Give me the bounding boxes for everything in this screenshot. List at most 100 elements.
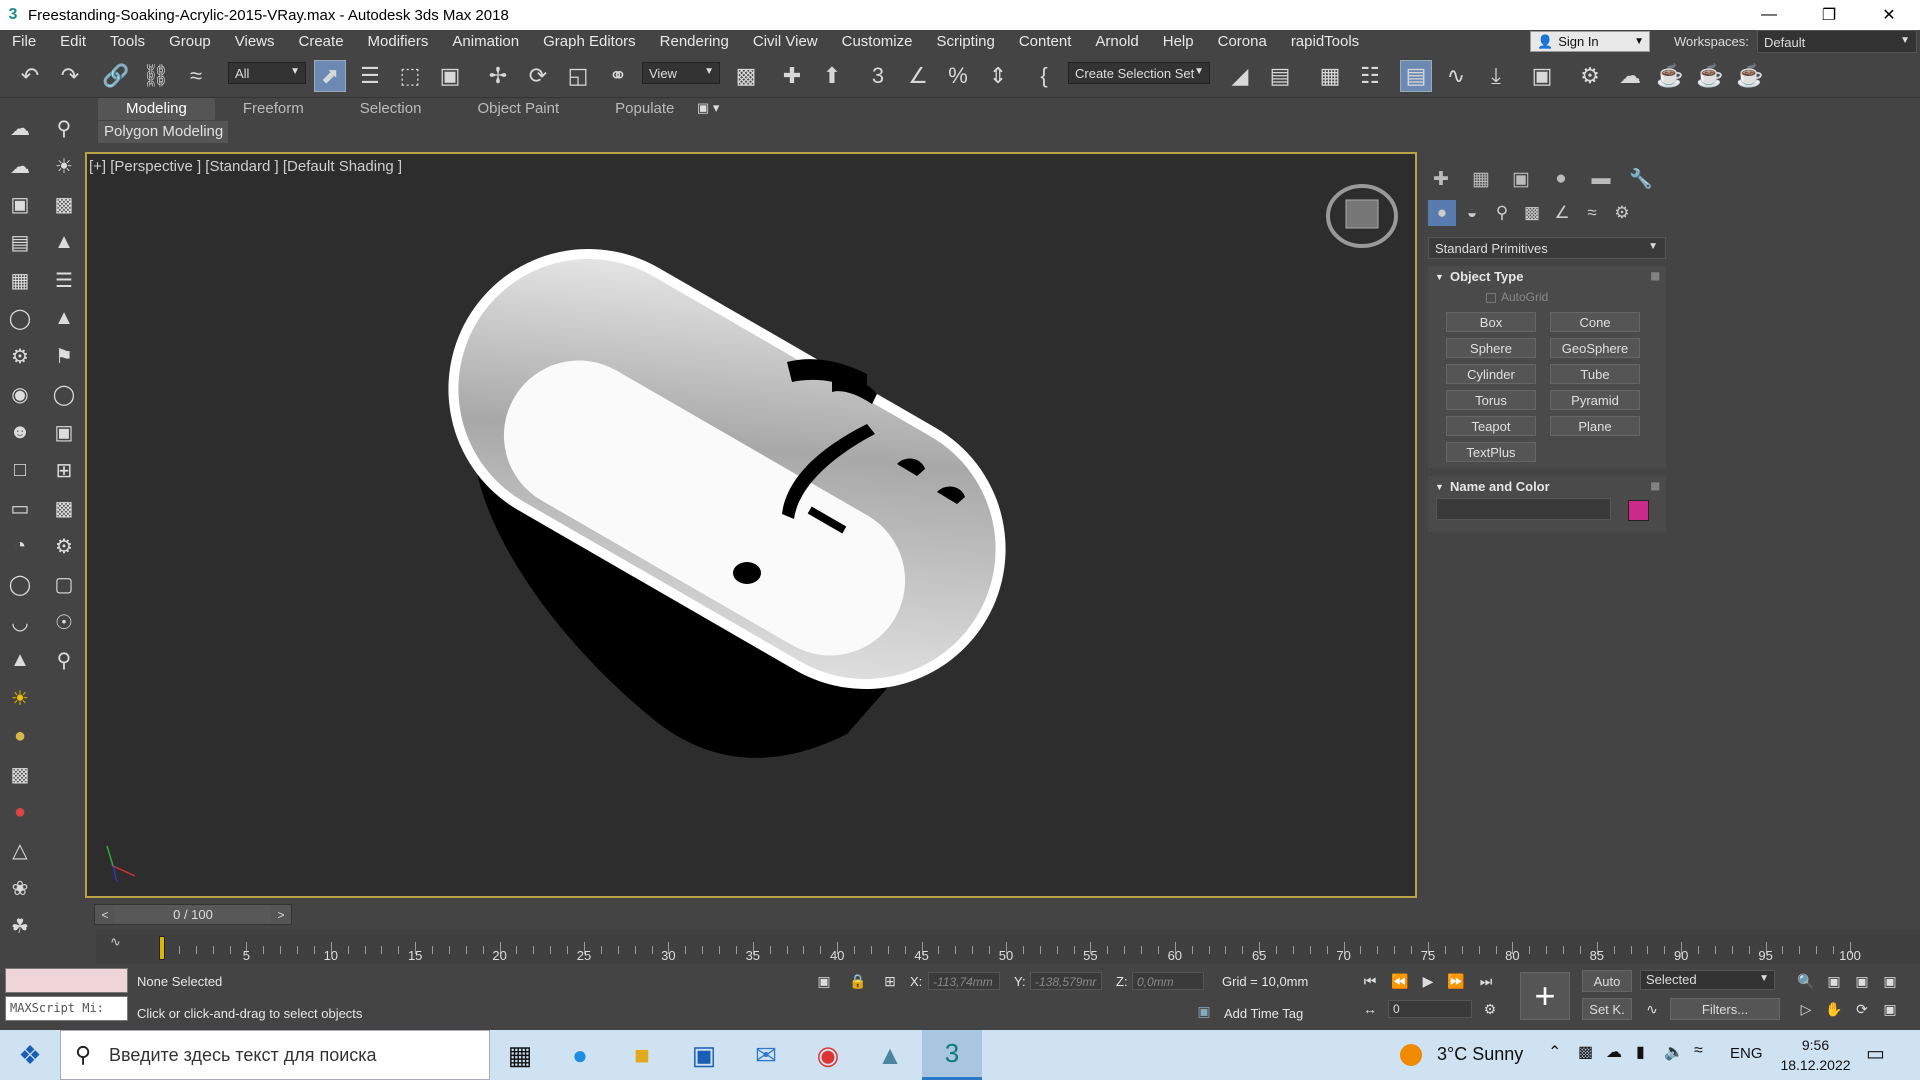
- go-to-end-icon[interactable]: ⏭: [1474, 970, 1498, 992]
- geosphere-button[interactable]: GeoSphere: [1550, 338, 1640, 358]
- scene-explorer-icon[interactable]: ▦: [1314, 60, 1346, 92]
- rectangular-selection-icon[interactable]: ⬚: [394, 60, 426, 92]
- isolate-selection-icon[interactable]: ▣: [812, 970, 836, 992]
- hierarchy-tab-icon[interactable]: ▣: [1506, 164, 1536, 194]
- sign-in-dropdown[interactable]: 👤 Sign In ▼: [1530, 31, 1650, 52]
- move-icon[interactable]: ✢: [482, 60, 514, 92]
- ribbon-options-icon[interactable]: ▣ ▾: [697, 100, 719, 116]
- menu-scripting[interactable]: Scripting: [924, 30, 1006, 54]
- place-icon[interactable]: ⚭: [602, 60, 634, 92]
- menu-file[interactable]: File: [0, 30, 48, 54]
- go-to-start-icon[interactable]: ⏮: [1358, 970, 1382, 992]
- gold-sphere-icon[interactable]: ●: [4, 720, 36, 752]
- systems-icon[interactable]: ⚙: [1608, 200, 1636, 226]
- menu-corona[interactable]: Corona: [1206, 30, 1279, 54]
- time-slider[interactable]: < 0 / 100 >: [94, 904, 292, 925]
- schematic-view-icon[interactable]: ⤓: [1480, 60, 1512, 92]
- document-icon[interactable]: ▤: [4, 226, 36, 258]
- plant-icon[interactable]: ☘: [4, 910, 36, 942]
- render-production-icon[interactable]: ☕: [1654, 60, 1686, 92]
- space-warps-icon[interactable]: ≈: [1578, 200, 1606, 226]
- current-frame-spinner[interactable]: 0: [1388, 1000, 1472, 1018]
- zoom-all-icon[interactable]: ▣: [1822, 970, 1846, 992]
- modify-tab-icon[interactable]: ▦: [1466, 164, 1496, 194]
- link-icon[interactable]: 🔗: [100, 60, 132, 92]
- grid-icon[interactable]: ▦: [4, 264, 36, 296]
- bind-space-warp-icon[interactable]: ≈: [180, 60, 212, 92]
- spinner-snap-icon[interactable]: ⇕: [982, 60, 1014, 92]
- field-of-view-icon[interactable]: ▷: [1794, 998, 1818, 1020]
- paint-icon[interactable]: ●: [4, 796, 36, 828]
- pivot-center-icon[interactable]: ▩: [730, 60, 762, 92]
- maxscript-mini-listener[interactable]: MAXScript Mi:: [5, 996, 128, 1021]
- previous-frame-icon[interactable]: ⏪: [1388, 970, 1412, 992]
- scale-icon[interactable]: ◱: [562, 60, 594, 92]
- lamp-icon[interactable]: ◯: [4, 302, 36, 334]
- curve-editor-icon[interactable]: ∿: [1440, 60, 1472, 92]
- menu-group[interactable]: Group: [157, 30, 223, 54]
- menu-civil-view[interactable]: Civil View: [741, 30, 830, 54]
- create-selection-set-select[interactable]: Create Selection Set ▼: [1068, 62, 1210, 84]
- panel-icon[interactable]: ▭: [4, 492, 36, 524]
- sunlight-icon[interactable]: ☀: [4, 682, 36, 714]
- render-activeshade-icon[interactable]: ☕: [1734, 60, 1766, 92]
- gears-icon[interactable]: ⚙: [48, 530, 80, 562]
- material-editor-icon[interactable]: ▣: [1526, 60, 1558, 92]
- menu-arnold[interactable]: Arnold: [1083, 30, 1150, 54]
- sun-icon[interactable]: ☀: [48, 150, 80, 182]
- spotlight-icon[interactable]: ▲: [48, 302, 80, 334]
- language-indicator[interactable]: ENG: [1730, 1045, 1763, 1062]
- square-icon[interactable]: ▢: [48, 568, 80, 600]
- align-icon[interactable]: ▤: [1264, 60, 1296, 92]
- z-coordinate-field[interactable]: 0,0mm: [1132, 972, 1204, 990]
- undo-icon[interactable]: ↶: [14, 60, 46, 92]
- set-key-button[interactable]: Set K.: [1582, 998, 1632, 1020]
- flower-icon[interactable]: ❀: [4, 872, 36, 904]
- taskbar-search-box[interactable]: ⚲ Введите здесь текст для поиска: [60, 1030, 490, 1080]
- sphere-icon[interactable]: ◉: [4, 378, 36, 410]
- device-icon[interactable]: ▩: [1578, 1042, 1593, 1062]
- windows-start-icon[interactable]: ❖: [0, 1030, 60, 1080]
- tab-freeform[interactable]: Freeform: [215, 98, 332, 120]
- frame-icon[interactable]: □: [4, 454, 36, 486]
- bulb-icon[interactable]: ⚲: [48, 644, 80, 676]
- shapes-icon[interactable]: ◒: [1458, 200, 1486, 226]
- 3dsmax-taskbar-icon[interactable]: 3: [922, 1030, 982, 1080]
- time-configuration-icon[interactable]: ⚙: [1478, 998, 1502, 1020]
- chrome-icon[interactable]: ◉: [798, 1030, 858, 1080]
- box-icon[interactable]: ▣: [48, 416, 80, 448]
- menu-content[interactable]: Content: [1007, 30, 1084, 54]
- object-type-header[interactable]: ▼ Object Type ▦: [1428, 266, 1666, 288]
- primitive-category-select[interactable]: Standard Primitives ▼: [1428, 237, 1666, 259]
- add-time-tag[interactable]: Add Time Tag: [1224, 1006, 1303, 1021]
- menu-rendering[interactable]: Rendering: [648, 30, 741, 54]
- dome-icon[interactable]: ◔: [4, 530, 36, 562]
- menu-help[interactable]: Help: [1151, 30, 1206, 54]
- name-and-color-header[interactable]: ▼ Name and Color ▦: [1428, 476, 1666, 498]
- time-slider-next-icon[interactable]: >: [271, 905, 291, 924]
- battery-icon[interactable]: ▮: [1636, 1042, 1645, 1062]
- cone-button[interactable]: Cone: [1550, 312, 1640, 332]
- proxy-icon[interactable]: ⚙: [4, 340, 36, 372]
- camera-icon[interactable]: ▩: [48, 188, 80, 220]
- menu-graph-editors[interactable]: Graph Editors: [531, 30, 648, 54]
- pan-view-icon[interactable]: ✋: [1822, 998, 1846, 1020]
- bathtub-model[interactable]: [87, 154, 1417, 898]
- unlink-icon[interactable]: ⛓: [140, 60, 172, 92]
- minimize-button[interactable]: —: [1746, 0, 1792, 30]
- plus-box-icon[interactable]: ⊞: [48, 454, 80, 486]
- globe-icon[interactable]: ◯: [4, 568, 36, 600]
- key-filters-button[interactable]: Filters...: [1670, 998, 1780, 1020]
- absolute-mode-icon[interactable]: ⊞: [878, 970, 902, 992]
- menu-modifiers[interactable]: Modifiers: [356, 30, 441, 54]
- menu-customize[interactable]: Customize: [830, 30, 925, 54]
- set-key-icon[interactable]: +: [1520, 972, 1570, 1020]
- helpers-icon[interactable]: ∠: [1548, 200, 1576, 226]
- rotate-icon[interactable]: ⟳: [522, 60, 554, 92]
- task-view-icon[interactable]: ▦: [490, 1030, 550, 1080]
- keyboard-shortcut-override-icon[interactable]: ⬆: [816, 60, 848, 92]
- cylinder-button[interactable]: Cylinder: [1446, 364, 1536, 384]
- torus-button[interactable]: Torus: [1446, 390, 1536, 410]
- angle-snap-icon[interactable]: ∠: [902, 60, 934, 92]
- teapot-button[interactable]: Teapot: [1446, 416, 1536, 436]
